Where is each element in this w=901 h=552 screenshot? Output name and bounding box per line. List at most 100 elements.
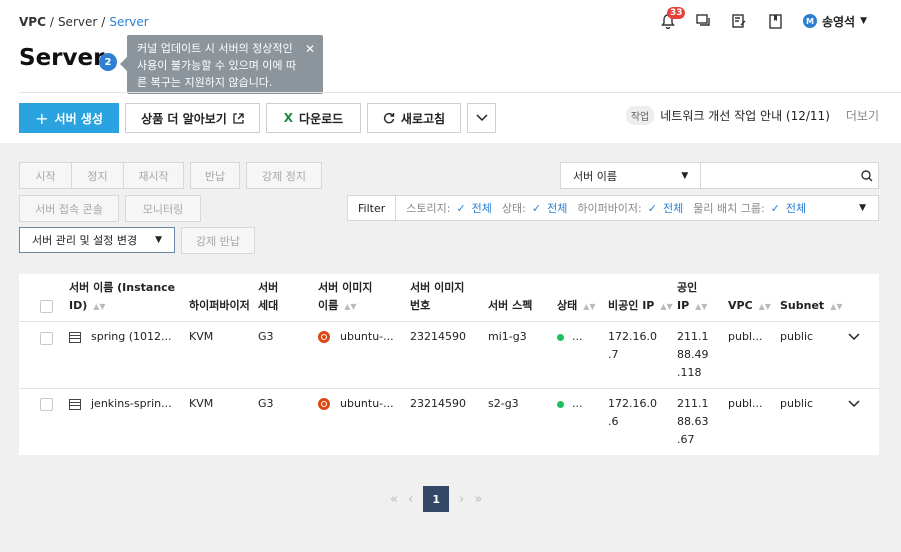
filter-value: 전체 <box>785 202 807 215</box>
console-button[interactable]: 서버 접속 콘솔 <box>19 195 119 222</box>
cell-hypervisor: KVM <box>189 397 214 410</box>
next-page-icon[interactable]: › <box>459 492 464 507</box>
chevron-down-icon <box>475 114 488 122</box>
select-all-checkbox[interactable] <box>40 300 53 313</box>
force-return-button[interactable]: 강제 반납 <box>181 227 255 254</box>
filter-bar[interactable]: Filter 스토리지: ✓ 전체 상태: ✓ 전체 하이퍼바이저: ✓ 전체 … <box>347 195 879 221</box>
avatar: M <box>802 14 817 28</box>
filter-storage[interactable]: 스토리지: ✓ 전체 <box>406 200 492 216</box>
more-options-button[interactable] <box>467 103 496 133</box>
manage-settings-dropdown[interactable]: 서버 관리 및 설정 변경 ▼ <box>19 227 175 253</box>
col-header-name-l1: 서버 이름 (Instance <box>69 281 176 294</box>
create-server-label: 서버 생성 <box>54 111 103 126</box>
last-page-icon[interactable]: » <box>474 492 482 507</box>
sort-icon: ▲▼ <box>583 302 596 311</box>
row-checkbox[interactable] <box>40 332 53 345</box>
col-header-spec[interactable]: 서버 스펙 <box>488 297 532 315</box>
ubuntu-icon <box>318 398 330 410</box>
col-header-vpc[interactable]: VPC ▲▼ <box>728 297 771 316</box>
col-header-public-ip-l2: IP <box>677 299 690 312</box>
image-name: ubuntu-... <box>340 397 394 410</box>
cell-name[interactable]: spring (1012... <box>69 328 172 346</box>
chat-icon[interactable] <box>695 12 713 30</box>
close-icon[interactable]: ✕ <box>305 41 315 58</box>
sort-icon: ▲▼ <box>93 302 106 311</box>
breadcrumb-separator: / <box>101 15 106 29</box>
col-header-image-number-l2: 번호 <box>410 299 431 312</box>
check-icon: ✓ <box>531 201 542 215</box>
filter-name: 물리 배치 그룹: <box>693 202 765 215</box>
bell-icon[interactable]: 33 <box>659 7 686 30</box>
start-button[interactable]: 시작 <box>19 162 72 189</box>
cell-name[interactable]: jenkins-sprin... <box>69 395 172 413</box>
col-header-hypervisor[interactable]: 하이퍼바이저 <box>189 297 250 315</box>
refresh-button[interactable]: 새로고침 <box>367 103 461 133</box>
user-menu[interactable]: M 송영석 ▼ <box>802 13 867 30</box>
search-box: 서버 이름 ▼ <box>560 162 879 189</box>
download-button[interactable]: X 다운로드 <box>266 103 361 133</box>
filter-placement-group[interactable]: 물리 배치 그룹: ✓ 전체 <box>693 200 806 216</box>
breadcrumb-current[interactable]: Server <box>109 15 148 29</box>
col-header-private-ip-label: 비공인 IP <box>608 299 655 312</box>
breadcrumb-server[interactable]: Server <box>58 15 97 29</box>
col-header-private-ip[interactable]: 비공인 IP ▲▼ <box>608 297 673 316</box>
col-header-generation[interactable]: 서버 세대 <box>258 279 278 315</box>
kernel-update-tooltip: 커널 업데이트 시 서버의 정상적인 사용이 불가능할 수 있으며 이에 따른 … <box>120 35 323 94</box>
status-dot <box>557 400 564 408</box>
cell-subnet: public <box>780 330 814 343</box>
filter-hypervisor[interactable]: 하이퍼바이저: ✓ 전체 <box>577 200 683 216</box>
notice-text[interactable]: 네트워크 개선 작업 안내 (12/11) <box>660 107 830 124</box>
col-header-image-number-l1: 서버 이미지 <box>410 281 465 294</box>
sort-icon: ▲▼ <box>758 302 771 311</box>
col-header-subnet[interactable]: Subnet ▲▼ <box>780 297 843 316</box>
cell-public-ip: 211.1 88.63 .67 <box>677 395 709 449</box>
monitoring-button[interactable]: 모니터링 <box>125 195 201 222</box>
cell-generation: G3 <box>258 330 274 343</box>
col-header-vpc-label: VPC <box>728 299 753 312</box>
notice: 작업 네트워크 개선 작업 안내 (12/11) 더보기 <box>625 106 879 125</box>
image-name: ubuntu-... <box>340 330 394 343</box>
cell-status: ... <box>557 395 583 413</box>
return-button[interactable]: 반납 <box>190 162 240 189</box>
action-row-3: 강제 반납 <box>181 227 255 254</box>
col-header-image-number[interactable]: 서버 이미지 번호 <box>410 279 464 315</box>
user-name: 송영석 <box>821 14 856 29</box>
page-number[interactable]: 1 <box>423 486 450 512</box>
search-field-select[interactable]: 서버 이름 ▼ <box>561 163 702 188</box>
cell-private-ip: 172.16.0 .6 <box>608 395 657 431</box>
row-checkbox[interactable] <box>40 398 53 411</box>
status-text: ... <box>572 330 583 343</box>
learn-more-button[interactable]: 상품 더 알아보기 <box>125 103 260 133</box>
chevron-down-icon[interactable] <box>848 400 860 408</box>
stop-button[interactable]: 정지 <box>72 162 124 189</box>
edit-icon[interactable] <box>731 12 749 30</box>
search-input[interactable] <box>701 163 856 188</box>
restart-button[interactable]: 재시작 <box>124 162 184 189</box>
filter-value: 전체 <box>471 202 492 215</box>
col-header-status[interactable]: 상태 ▲▼ <box>557 297 596 316</box>
filter-status[interactable]: 상태: ✓ 전체 <box>502 200 567 216</box>
col-header-name[interactable]: 서버 이름 (Instance ID) ▲▼ <box>69 279 175 316</box>
prev-page-icon[interactable]: ‹ <box>408 492 413 507</box>
notice-more-link[interactable]: 더보기 <box>846 107 879 124</box>
caret-down-icon[interactable]: ▼ <box>859 203 866 213</box>
col-header-image-name[interactable]: 서버 이미지 이름 ▲▼ <box>318 279 372 316</box>
search-icon[interactable] <box>855 163 878 188</box>
toolbar: + 서버 생성 상품 더 알아보기 X 다운로드 새로고침 <box>19 103 496 133</box>
create-server-button[interactable]: + 서버 생성 <box>19 103 119 133</box>
cell-image-name: ubuntu-... <box>318 395 394 413</box>
cell-private-ip: 172.16.0 .7 <box>608 328 657 364</box>
public-ip-part: 211.1 <box>677 397 709 410</box>
breadcrumb-vpc[interactable]: VPC <box>19 15 46 29</box>
sort-icon: ▲▼ <box>830 302 843 311</box>
first-page-icon[interactable]: « <box>390 492 398 507</box>
col-header-public-ip[interactable]: 공인 IP ▲▼ <box>677 279 707 316</box>
cell-status: ... <box>557 328 583 346</box>
col-header-image-name-l2: 이름 <box>318 299 339 312</box>
cell-public-ip: 211.1 88.49 .118 <box>677 328 709 382</box>
filter-name: 하이퍼바이저: <box>577 202 642 215</box>
force-stop-button[interactable]: 강제 정지 <box>246 162 322 189</box>
divider <box>19 92 901 93</box>
book-icon[interactable] <box>767 12 785 30</box>
chevron-down-icon[interactable] <box>848 333 860 341</box>
